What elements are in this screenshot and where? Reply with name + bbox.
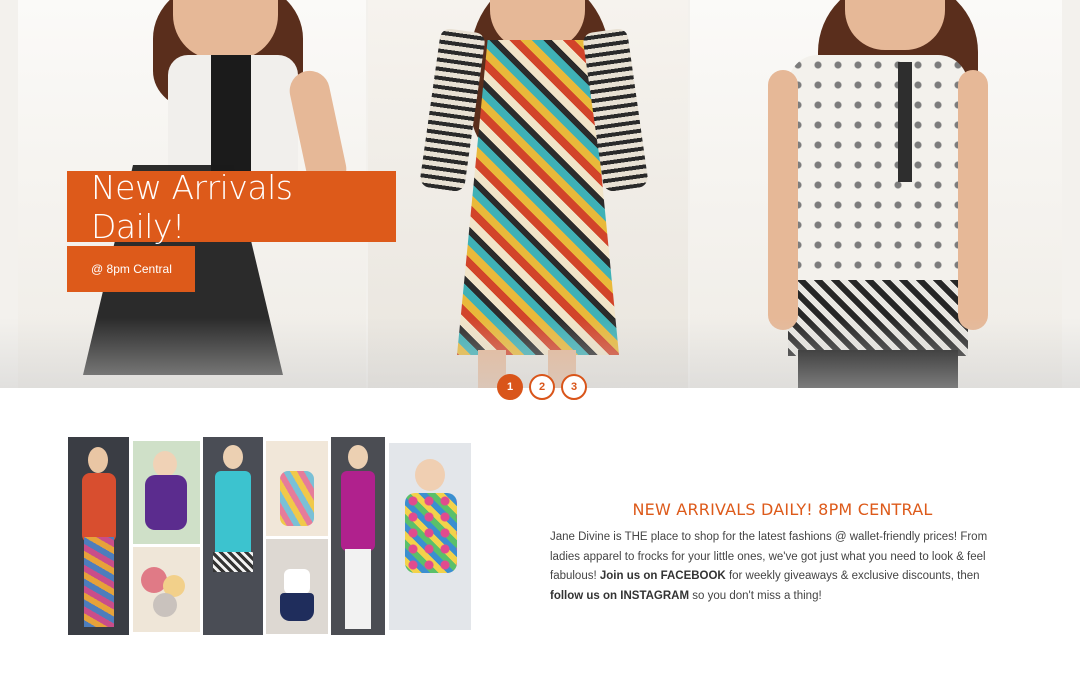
collage-photo-5 (266, 441, 328, 536)
product-collage-image[interactable] (68, 437, 472, 637)
pager-dot-1[interactable]: 1 (497, 374, 523, 400)
collage-photo-8 (389, 443, 471, 630)
collage-photo-3 (133, 547, 200, 632)
hero-slider[interactable]: New Arrivals Daily! @ 8pm Central (0, 0, 1080, 388)
intro-section: NEW ARRIVALS DAILY! 8PM CENTRAL Jane Div… (550, 500, 1015, 606)
collage-photo-6 (266, 539, 328, 634)
slide-caption-title[interactable]: New Arrivals Daily! (67, 168, 396, 246)
collage-photo-4 (203, 437, 263, 635)
facebook-link[interactable]: Join us on FACEBOOK (600, 570, 726, 582)
collage-photo-2 (133, 441, 200, 544)
collage-photo-1 (68, 437, 129, 635)
intro-paragraph: Jane Divine is THE place to shop for the… (550, 528, 1015, 606)
slide-caption-subtitle[interactable]: @ 8pm Central (67, 246, 195, 292)
intro-heading: NEW ARRIVALS DAILY! 8PM CENTRAL (632, 500, 933, 519)
instagram-link[interactable]: follow us on INSTAGRAM (550, 590, 689, 602)
slider-pager: 1 2 3 (497, 374, 587, 400)
intro-text-3: so you don't miss a thing! (689, 589, 822, 602)
collage-photo-7 (331, 437, 385, 635)
pager-dot-2[interactable]: 2 (529, 374, 555, 400)
intro-text-2: for weekly giveaways & exclusive discoun… (725, 570, 980, 582)
pager-dot-3[interactable]: 3 (561, 374, 587, 400)
